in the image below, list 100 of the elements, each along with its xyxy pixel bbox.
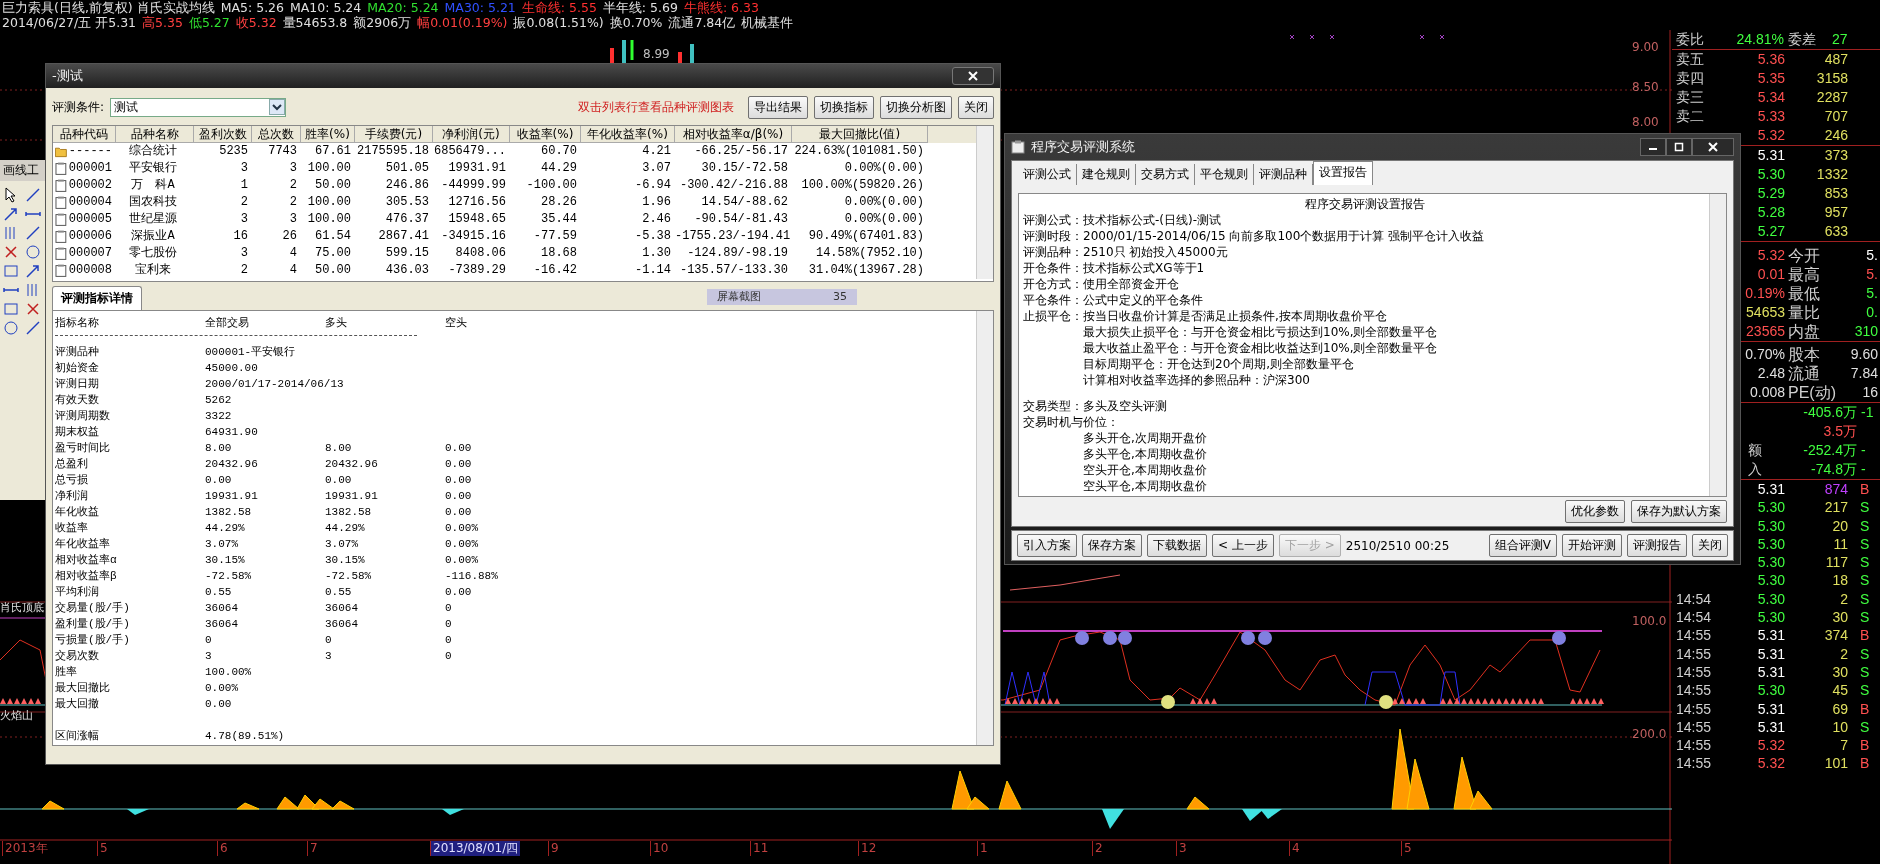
tick-price: 5.30 [1756,681,1785,700]
dialog-button[interactable]: 切换分析图 [880,95,952,119]
dialog-button[interactable]: 下载数据 [1147,534,1207,557]
report-line: 评测公式：技术指标公式-(日线)-测试 [1023,212,1223,228]
close-icon[interactable] [1708,142,1718,152]
column-header[interactable]: 手续费(元) [355,126,433,143]
detail-cell-text: 0.00 [445,473,473,488]
price-axis-label: 8.50 [1632,80,1659,94]
dialog-button[interactable]: 切换指标 [814,95,874,119]
detail-tab[interactable]: 评测指标详情 [52,286,142,310]
cross-icon[interactable] [3,244,19,260]
time-axis-label: 6 [217,841,230,856]
column-header[interactable]: 品种名称 [116,126,194,143]
line-icon[interactable] [25,225,41,241]
column-header[interactable]: 净利润(元) [433,126,510,143]
maximize-button[interactable] [1666,138,1692,156]
column-header[interactable]: 盈利次数 [194,126,252,143]
tick-price: 5.30 [1756,571,1785,590]
column-header[interactable]: 相对收益率α/β(%) [675,126,792,143]
column-header[interactable]: 胜率(%) [301,126,355,143]
tick-volume: 69 [1831,699,1848,718]
chart-info-text: 流通7.84亿 [668,15,736,30]
arrow-icon[interactable] [25,263,41,279]
dialog-button[interactable]: 评测报告 [1627,534,1687,557]
dialog-button[interactable]: 组合评测V [1488,534,1557,557]
price-axis-label: 9.00 [1632,40,1659,54]
column-header[interactable]: 品种代码 [53,126,116,143]
minimize-button[interactable] [1640,138,1666,156]
screenshot-popup: 屏幕截图 35 [707,289,857,305]
detail-cell-text: 3322 [205,409,233,424]
column-header[interactable]: 最大回撤比(值) [792,126,928,143]
sad-face-icon [1075,631,1089,645]
close-button[interactable] [952,67,994,85]
report-line: 计算相对收益率选择的参照品种：沪深300 [1082,372,1311,388]
time-axis-label: 2013/08/01/四 [430,841,521,856]
tick-price: 5.31 [1756,644,1785,663]
dialog-button[interactable]: 导出结果 [748,95,808,119]
column-header[interactable]: 总次数 [252,126,301,143]
tab[interactable]: 设置报告 [1313,161,1373,185]
table-cell-text: 16 [232,228,249,245]
table-cell-text: 0.00%(0.00) [843,211,925,228]
chart-info-text: 量54653.8 [282,15,348,30]
quote-value: 5.32 [1756,246,1785,265]
tick-volume: 30 [1831,608,1848,627]
document-icon [55,247,67,260]
time-axis-label: 4 [1289,841,1302,856]
quote-value: 7.84 [1849,364,1878,383]
cross-icon[interactable] [25,301,41,317]
tick-volume: 10 [1831,717,1848,737]
table-cell-text: 1 [239,177,249,194]
line-icon[interactable] [25,320,41,336]
circle-icon[interactable] [3,320,19,336]
condition-dropdown[interactable]: 测试 [110,97,287,117]
dialog-button[interactable]: 关闭 [958,95,994,119]
quote-value: 0.19% [1744,284,1785,303]
detail-cell-text: 8.00 [205,441,233,456]
quote-volume: 2287 [1815,88,1848,107]
detail-cell-text: 年化收益 [55,505,100,520]
sad-face-icon [1258,631,1272,645]
dialog-button[interactable]: 关闭 [1692,534,1728,557]
table-cell-text: 2.46 [641,211,672,228]
quote-label: 流通 [1787,364,1821,383]
dialog-button[interactable]: < 上一步 [1212,534,1274,557]
histogram-spike [331,800,355,810]
quote-price: 5.32 [1756,126,1785,145]
circle-icon[interactable] [25,244,41,260]
dialog-button[interactable]: 保存方案 [1082,534,1142,557]
table-cell-text: 深振业A [130,228,176,245]
arrow-icon[interactable] [3,206,19,222]
close-icon[interactable] [968,71,978,81]
scrollbar[interactable] [1709,194,1726,496]
maximize-icon[interactable] [1674,142,1684,152]
dialog-button[interactable]: 保存为默认方案 [1631,500,1727,523]
scrollbar[interactable] [976,126,993,279]
detail-cell-text: -72.58% [325,569,373,584]
table-cell-text: 3 [288,211,298,228]
dialog-button[interactable]: 引入方案 [1017,534,1077,557]
quote-price: 5.27 [1756,222,1785,241]
quote-price: 5.28 [1756,203,1785,222]
price-mark-label: 8.99 [642,47,671,61]
report-line: 止损平仓：按当日收盘价计算是否满足止损条件,按本周期收盘价平仓 [1023,308,1388,324]
candlestick [690,44,694,64]
column-header[interactable]: 年化收益率(%) [581,126,675,143]
indicator-name: 火焰山 [0,709,33,722]
histogram-spike [998,780,1022,810]
indicator-axis-label: 200.0 [1632,727,1667,741]
table-cell: 000005 [53,211,116,228]
time-axis-label: 12 [858,841,879,856]
close-button[interactable] [1692,138,1734,156]
detail-cell-text: 3 [325,649,333,664]
dialog-button[interactable]: 优化参数 [1565,500,1625,523]
line-icon[interactable] [25,187,41,203]
quote-label: 额 [1747,441,1763,460]
table-cell: 000001 [53,160,116,177]
chart-info-text: 巨力索具(日线,前复权) 肖氏实战均线 [2,0,215,15]
tick-side: S [1859,608,1871,627]
table-cell-text: 万 科A [130,177,176,194]
column-header[interactable]: 收益率(%) [510,126,581,143]
scrollbar[interactable] [976,311,993,745]
dialog-button[interactable]: 开始评测 [1562,534,1622,557]
